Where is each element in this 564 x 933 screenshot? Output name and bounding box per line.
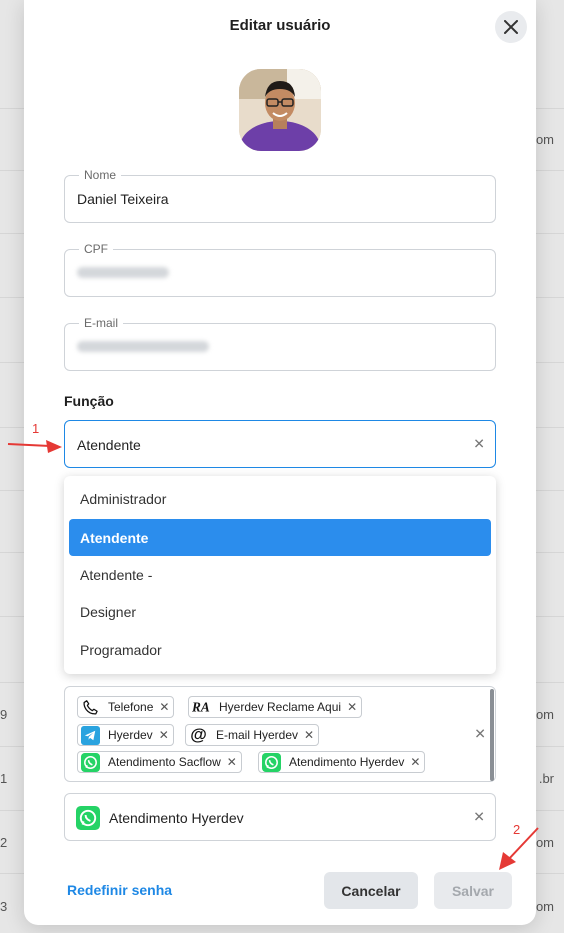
background-cell: .br (538, 771, 554, 786)
annotation-arrow-2 (499, 827, 539, 870)
background-cell: om (535, 707, 554, 722)
at-sign-icon: @ (190, 725, 207, 744)
close-button[interactable] (495, 11, 527, 43)
avatar[interactable] (239, 69, 321, 151)
name-field[interactable]: Nome Daniel Teixeira (64, 168, 496, 223)
whatsapp-icon (81, 752, 100, 772)
annotation-number-1: 1 (32, 421, 40, 436)
channel-chip: Atendimento Sacflow ✕ (77, 751, 242, 773)
whatsapp-icon (262, 752, 281, 772)
role-dropdown: Administrador Atendente Atendente - Desi… (64, 476, 496, 674)
channel-chip-label: E-mail Hyerdev (216, 728, 299, 742)
background-cell: om (535, 132, 554, 147)
edit-user-modal: Editar usuário Nome Daniel Teixeira CPF … (24, 0, 536, 925)
save-button[interactable]: Salvar (434, 872, 512, 909)
role-clear-icon[interactable]: ✕ (473, 436, 485, 453)
remove-chip-icon[interactable]: ✕ (159, 728, 169, 742)
role-section-label: Função (64, 393, 114, 409)
modal-title: Editar usuário (229, 17, 331, 34)
role-select[interactable]: Atendente ✕ (64, 420, 496, 468)
role-option[interactable]: Programador (69, 631, 491, 668)
email-label: E-mail (79, 316, 124, 330)
phone-icon (81, 698, 100, 717)
channel-chip: @ E-mail Hyerdev ✕ (185, 724, 320, 746)
role-option[interactable]: Atendente - (69, 556, 491, 593)
background-cell: 1 (0, 771, 8, 786)
role-selected-value: Atendente (77, 437, 141, 453)
close-icon (504, 20, 518, 34)
avatar-photo (239, 69, 321, 151)
channel-chip-label: Atendimento Hyerdev (289, 755, 405, 769)
cancel-button[interactable]: Cancelar (324, 872, 418, 909)
reclame-aqui-icon: RA (192, 698, 211, 717)
background-cell: 9 (0, 707, 8, 722)
channels-multiselect[interactable]: Telefone ✕ RA Hyerdev Reclame Aqui ✕ Hye… (64, 686, 496, 782)
cpf-field[interactable]: CPF (64, 242, 496, 297)
email-redacted-value (77, 341, 209, 352)
name-value: Daniel Teixeira (77, 191, 169, 207)
channel-chip-label: Telefone (108, 700, 154, 714)
role-option[interactable]: Administrador (69, 480, 491, 517)
default-channel-value: Atendimento Hyerdev (109, 810, 244, 826)
name-label: Nome (79, 168, 122, 182)
channels-scrollbar[interactable] (490, 689, 494, 781)
channel-chip: RA Hyerdev Reclame Aqui ✕ (188, 696, 363, 718)
remove-chip-icon[interactable]: ✕ (304, 728, 314, 742)
whatsapp-icon (76, 806, 100, 830)
channel-chip: Atendimento Hyerdev ✕ (258, 751, 426, 773)
email-field[interactable]: E-mail (64, 316, 496, 371)
remove-chip-icon[interactable]: ✕ (227, 755, 237, 769)
channel-chip-label: Atendimento Sacflow (108, 755, 221, 769)
remove-chip-icon[interactable]: ✕ (347, 700, 357, 714)
remove-chip-icon[interactable]: ✕ (159, 700, 169, 714)
cpf-redacted-value (77, 267, 169, 278)
channel-chip: Telefone ✕ (77, 696, 175, 718)
role-option[interactable]: Designer (69, 593, 491, 630)
background-cell: om (535, 899, 554, 914)
svg-text:RA: RA (192, 700, 210, 715)
background-cell: 3 (0, 899, 8, 914)
reset-password-link[interactable]: Redefinir senha (67, 882, 172, 898)
channels-clear-icon[interactable]: ✕ (474, 726, 486, 743)
default-channel-select[interactable]: Atendimento Hyerdev ✕ (64, 793, 496, 841)
channel-chip-label: Hyerdev Reclame Aqui (219, 700, 342, 714)
annotation-arrow-1 (7, 440, 62, 453)
role-option-selected[interactable]: Atendente (69, 519, 491, 556)
channel-chip: Hyerdev ✕ (77, 724, 174, 746)
channel-chip-label: Hyerdev (108, 728, 153, 742)
background-cell: 2 (0, 835, 8, 850)
remove-chip-icon[interactable]: ✕ (410, 755, 420, 769)
default-channel-clear-icon[interactable]: ✕ (473, 809, 485, 826)
cpf-label: CPF (79, 242, 113, 256)
telegram-icon (81, 725, 100, 745)
